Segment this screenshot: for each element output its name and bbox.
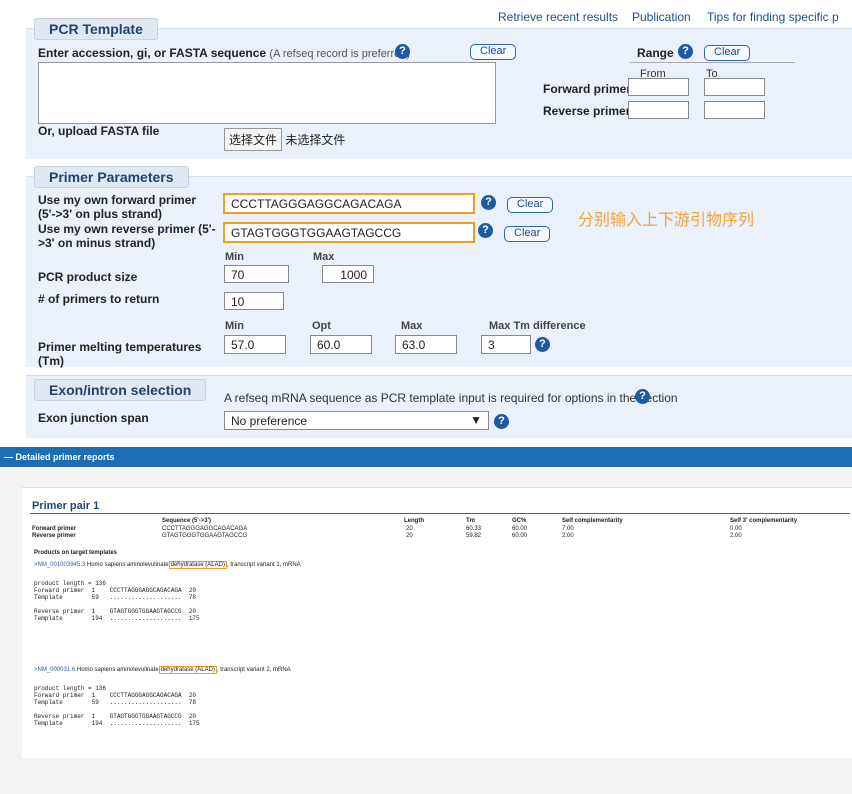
highlight-box: dehydratase (ALAD) (168, 561, 227, 569)
enter-sequence-label: Enter accession, gi, or FASTA sequence (… (38, 46, 411, 60)
col-gc: GC% (512, 518, 527, 524)
fwd-primer-label: Use my own forward primer (5'->3' on plu… (38, 193, 197, 221)
fwd-clear-button[interactable]: Clear (507, 197, 554, 213)
range-divider (630, 62, 795, 63)
product-max-header: Max (313, 251, 335, 263)
exon-title: Exon/intron selection (34, 379, 207, 401)
annotation-text: 分别输入上下游引物序列 (578, 212, 755, 229)
num-primers-label: # of primers to return (38, 292, 160, 306)
tm-label: Primer melting temperatures (Tm) (38, 340, 202, 368)
product-size-label: PCR product size (38, 270, 138, 284)
retrieve-results-link[interactable]: Retrieve recent results (498, 10, 618, 24)
enter-sequence-note: (A refseq record is preferred) (269, 48, 411, 60)
rev-clear-button[interactable]: Clear (504, 226, 551, 242)
range-clear-button[interactable]: Clear (704, 45, 751, 61)
fwd-help-icon[interactable]: ? (481, 195, 496, 210)
tm-max-input[interactable]: 63.0 (395, 335, 457, 354)
product-1-link[interactable]: >NM_001003945.3 (34, 562, 85, 568)
fwd-primer-input[interactable]: CCCTTAGGGAGGCAGACAGA (223, 193, 475, 214)
rev-primer-label: Use my own reverse primer (5'- >3' on mi… (38, 222, 216, 250)
range-reverse-from[interactable] (628, 101, 689, 119)
highlight-box: dehydratase (ALAD) (158, 666, 217, 674)
col-tm: Tm (466, 518, 475, 524)
report-panel: — Detailed primer reports Primer pair 1 … (0, 447, 852, 794)
col-self3: Self 3' complementarity (730, 518, 798, 524)
rev-primer-input[interactable]: GTAGTGGGTGGAAGTAGCCG (223, 222, 475, 243)
choose-file-button[interactable]: 选择文件 (224, 128, 283, 151)
tm-opt-header: Opt (312, 320, 331, 332)
exon-junction-help-icon[interactable]: ? (494, 414, 509, 429)
tm-diff-input[interactable]: 3 (481, 335, 531, 354)
tips-link[interactable]: Tips for finding specific p (707, 10, 839, 24)
col-sequence: Sequence (5'->3') (162, 518, 212, 524)
col-self: Self complementarity (562, 518, 623, 524)
publication-link[interactable]: Publication (632, 10, 691, 24)
product-2-link[interactable]: >NM_000031.6 (34, 667, 75, 673)
col-length: Length (404, 518, 424, 524)
tm-min-input[interactable]: 57.0 (224, 335, 286, 354)
pcr-template-title: PCR Template (34, 18, 158, 40)
primer-pair-title: Primer pair 1 (32, 500, 100, 512)
tm-diff-header: Max Tm difference (489, 320, 586, 332)
products-title: Products on target templates (34, 550, 118, 556)
range-help-icon[interactable]: ? (678, 44, 693, 59)
chevron-down-icon: ▼ (470, 413, 482, 427)
num-primers-input[interactable]: 10 (224, 292, 284, 310)
exon-junction-value: No preference (231, 414, 308, 428)
range-reverse-label: Reverse primer (543, 104, 631, 118)
tm-opt-input[interactable]: 60.0 (310, 335, 372, 354)
tm-help-icon[interactable]: ? (535, 337, 550, 352)
exon-junction-select[interactable]: No preference ▼ (224, 411, 489, 430)
range-forward-label: Forward primer (543, 82, 632, 96)
file-upload[interactable]: 选择文件 未选择文件 (224, 128, 345, 151)
product-min-header: Min (225, 251, 244, 263)
product-min-input[interactable]: 70 (224, 265, 289, 283)
range-label: Range (637, 46, 674, 60)
exon-junction-label: Exon junction span (38, 411, 149, 425)
range-forward-from[interactable] (628, 78, 689, 96)
product-2-alignment: product length = 136 Forward primer 1 CC… (34, 685, 200, 727)
product-max-input[interactable]: 1000 (322, 265, 374, 283)
tm-max-header: Max (401, 320, 423, 332)
no-file-text: 未选择文件 (285, 133, 346, 147)
help-icon[interactable]: ? (395, 44, 410, 59)
sequence-clear-button[interactable]: Clear (470, 44, 517, 60)
upload-label: Or, upload FASTA file (38, 124, 160, 138)
range-reverse-to[interactable] (704, 101, 765, 119)
exon-help-icon[interactable]: ? (635, 389, 650, 404)
primer-pair-divider (30, 513, 850, 514)
sequence-textarea[interactable] (38, 62, 496, 124)
rev-help-icon[interactable]: ? (478, 223, 493, 238)
report-content: Primer pair 1 Sequence (5'->3') Length T… (22, 487, 852, 758)
range-forward-to[interactable] (704, 78, 765, 96)
product-2-header: >NM_000031.6 Homo sapiens aminolevulinat… (34, 666, 291, 674)
product-1-header: >NM_001003945.3 Homo sapiens aminolevuli… (34, 561, 301, 569)
product-1-alignment: product length = 136 Forward primer 1 CC… (34, 580, 200, 622)
tm-min-header: Min (225, 320, 244, 332)
primer-params-title: Primer Parameters (34, 166, 189, 188)
report-header-bar[interactable]: — Detailed primer reports (0, 447, 852, 467)
exon-note: A refseq mRNA sequence as PCR template i… (224, 391, 678, 405)
